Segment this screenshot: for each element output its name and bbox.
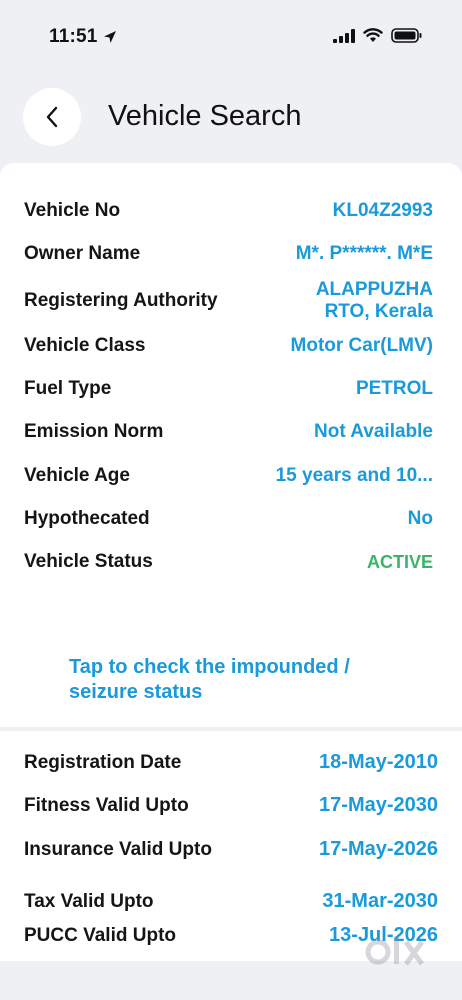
status-time-text: 11:51 [49,26,98,47]
validity-value: 18-May-2010 [319,751,438,773]
detail-label: Vehicle Class [24,335,146,356]
cellular-signal-icon [333,28,355,43]
detail-row-hypothecated: Hypothecated No [24,508,433,530]
location-arrow-icon [103,31,116,43]
back-button[interactable] [23,88,81,146]
detail-label: Fuel Type [24,378,112,399]
validity-value: 17-May-2026 [319,838,438,860]
validity-row-tax: Tax Valid Upto 31-Mar-2030 [24,890,438,913]
detail-label: Vehicle Age [24,465,130,486]
validity-label: Fitness Valid Upto [24,794,189,816]
detail-value: ALAPPUZHA RTO, Kerala [315,278,433,322]
detail-value: M*. P******. M*E [295,243,433,264]
battery-icon [391,28,422,43]
olx-watermark-icon [365,936,425,966]
vehicle-details-card: Vehicle No KL04Z2993 Owner Name M*. P***… [0,163,462,727]
detail-row-owner-name: Owner Name M*. P******. M*E [24,243,433,265]
detail-row-fuel-type: Fuel Type PETROL [24,378,433,400]
detail-value: No [407,508,433,529]
impound-status-link[interactable]: Tap to check the impounded / seizure sta… [69,655,409,705]
detail-row-vehicle-class: Vehicle Class Motor Car(LMV) [24,335,433,357]
validity-label: Registration Date [24,751,182,773]
validity-value: 17-May-2030 [319,794,438,816]
wifi-icon [363,28,383,42]
detail-label: Vehicle Status [24,551,153,572]
validity-value: 31-Mar-2030 [322,890,438,912]
detail-value: PETROL [355,378,433,399]
detail-row-vehicle-status: Vehicle Status ACTIVE [24,551,433,573]
detail-label: Registering Authority [24,290,218,311]
validity-row-registration-date: Registration Date 18-May-2010 [24,751,438,774]
status-time: 11:51 [49,26,118,48]
validity-card: Registration Date 18-May-2010 Fitness Va… [0,731,462,961]
chevron-left-icon [46,106,58,128]
detail-value: Motor Car(LMV) [290,335,433,356]
detail-value: KL04Z2993 [332,200,433,221]
detail-label: Hypothecated [24,508,150,529]
detail-value: Not Available [314,421,433,442]
detail-value: 15 years and 10... [275,465,433,486]
page-title: Vehicle Search [108,100,302,132]
detail-row-vehicle-no: Vehicle No KL04Z2993 [24,200,433,222]
validity-label: PUCC Valid Upto [24,924,177,946]
validity-row-fitness: Fitness Valid Upto 17-May-2030 [24,794,438,817]
status-indicators [333,28,422,43]
detail-row-vehicle-age: Vehicle Age 15 years and 10... [24,465,433,487]
detail-label: Vehicle No [24,200,121,221]
detail-label: Emission Norm [24,421,164,442]
detail-label: Owner Name [24,243,141,264]
validity-label: Tax Valid Upto [24,890,154,912]
detail-row-emission-norm: Emission Norm Not Available [24,421,433,443]
status-badge: ACTIVE [366,551,433,572]
validity-label: Insurance Valid Upto [24,838,212,860]
status-bar: 11:51 [0,0,462,74]
validity-row-insurance: Insurance Valid Upto 17-May-2026 [24,838,438,861]
detail-row-registering-authority: Registering Authority ALAPPUZHA RTO, Ker… [24,277,433,325]
